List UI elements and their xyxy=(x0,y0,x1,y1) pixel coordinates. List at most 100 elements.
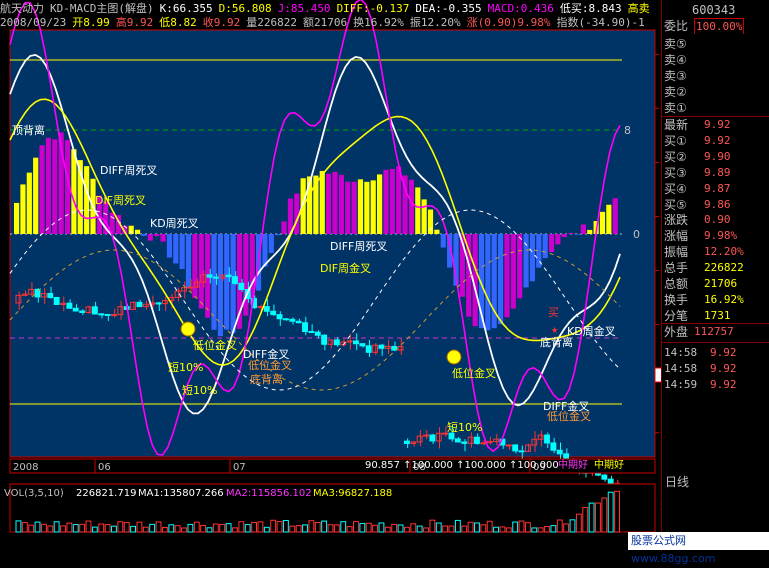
annotation-bottom-divergence-1: 底背离 xyxy=(540,335,573,349)
candle-body xyxy=(187,286,194,289)
macd-bar xyxy=(383,169,389,234)
bid-level-2-value: 9.90 xyxy=(704,150,731,163)
tick-row: 14:59 9.92 xyxy=(662,377,769,393)
tick-price: 9.92 xyxy=(710,378,737,391)
macd-bar xyxy=(606,204,612,234)
close: 收9.92 xyxy=(202,16,241,28)
info-bar: 2008/09/23 开8.99 高9.92 低8.82 收9.92 量226822 额21… xyxy=(0,14,660,28)
candle-body xyxy=(556,449,563,455)
tick-price: 9.92 xyxy=(710,346,737,359)
tick-list[interactable]: 14:58 9.92 14:58 9.92 14:59 9.92 xyxy=(662,342,769,473)
candle-body xyxy=(601,474,608,480)
annotation-low-golden-cross-1: 低位金叉 xyxy=(193,338,237,352)
ask-level-1-label: 卖① xyxy=(664,101,687,115)
title-bar: 航天动力 KD-MACD主图(解盘) K:66.355 D:56.808 J:85.45… xyxy=(0,0,660,14)
annotation-short-10-1: 短10% xyxy=(168,360,203,374)
outer-label: 外盘 xyxy=(664,325,689,339)
macd-bar xyxy=(166,234,173,258)
candle-body xyxy=(295,320,302,324)
level-8-label: 8 xyxy=(624,124,631,137)
annotation-short-10-2: 短10% xyxy=(182,383,217,397)
macd-bar xyxy=(542,234,548,259)
ask-level-3: 卖③ xyxy=(662,68,769,84)
macd-bar xyxy=(332,171,338,234)
macd-bar xyxy=(364,181,370,234)
stock-code-row: 600343 xyxy=(662,2,769,18)
tick-row: 14:58 9.92 xyxy=(662,361,769,377)
candle-body xyxy=(98,313,105,316)
candle-body xyxy=(429,434,436,442)
macd-bar xyxy=(599,211,606,234)
bid-level-4-value: 9.87 xyxy=(704,182,731,195)
tick-time: 14:58 xyxy=(664,346,698,359)
macd-bar xyxy=(529,234,536,282)
smiley-icon xyxy=(180,321,196,337)
macd-bar xyxy=(504,234,510,318)
stat-row-label: 总手 xyxy=(664,261,689,275)
tick-row: 14:58 9.92 xyxy=(662,345,769,361)
vol-label: VOL(3,5,10) xyxy=(4,488,64,499)
day-line-tab[interactable]: 日线 xyxy=(665,473,689,490)
annotation-short-10-3: 短10% xyxy=(447,420,482,434)
indicator-name[interactable]: KD-MACD主图(解盘) xyxy=(50,2,154,14)
vol-ma1: MA1:135807.266 xyxy=(138,488,224,499)
candle-body xyxy=(91,306,98,315)
macd-bar xyxy=(517,234,523,299)
candle-body xyxy=(53,296,60,305)
latest-value: 9.92 xyxy=(704,118,731,131)
candle-body xyxy=(403,440,410,445)
stat-row-label: 总额 xyxy=(664,277,689,291)
candle-body xyxy=(136,301,143,308)
mid-term-good-label-2: 中期好 xyxy=(594,458,624,471)
stat-row: 总额 21706 xyxy=(662,276,769,292)
annotation-low-golden-cross-3: 低位金叉 xyxy=(452,366,496,380)
macd-bar xyxy=(141,234,147,236)
macd-bar xyxy=(427,209,434,234)
latest-row: 最新 9.92 xyxy=(662,116,769,133)
macd-bar xyxy=(485,234,491,331)
stat-row-value: 0.90 xyxy=(704,213,731,226)
candle-body xyxy=(518,450,525,453)
candle-body xyxy=(461,441,468,444)
volume: 量226822 xyxy=(246,16,297,28)
macd-bar xyxy=(561,234,567,238)
stat-row: 分笔 1731 xyxy=(662,308,769,324)
stat-row-label: 涨跌 xyxy=(664,213,689,227)
candle-body xyxy=(448,432,455,440)
tick-price: 9.92 xyxy=(710,362,737,375)
macd-bar xyxy=(319,170,325,234)
macd-bar xyxy=(357,179,364,234)
macd-bar xyxy=(268,234,274,253)
stat-row: 换手 16.92% xyxy=(662,292,769,308)
macd-bar xyxy=(523,234,529,288)
macd-bar xyxy=(20,184,26,234)
dea-value: DEA:-0.355 xyxy=(415,2,482,14)
d-value: D:56.808 xyxy=(218,2,272,14)
macd-bar xyxy=(587,229,593,234)
kline-chart[interactable]: 22.0020.0018.0016.0014.0012.0010.008.000… xyxy=(0,0,769,551)
annotation-bottom-divergence-2: 底背离 xyxy=(250,372,283,386)
candle-body xyxy=(359,343,366,347)
annotation-dif-dead-cross: DIF周死叉 xyxy=(95,194,146,207)
annotation-low-golden-cross-2: 低位金叉 xyxy=(248,358,292,372)
macd-bar xyxy=(147,234,153,241)
ask-level-5: 卖⑤ xyxy=(662,36,769,52)
macd-bar xyxy=(198,234,204,309)
candle-body xyxy=(155,302,162,305)
candle-body xyxy=(353,340,359,345)
tick-time: 14:59 xyxy=(664,378,698,391)
macd-bar xyxy=(389,168,395,234)
stat-row-value: 21706 xyxy=(704,277,738,290)
candle-body xyxy=(505,444,512,447)
ask-level-2: 卖② xyxy=(662,84,769,100)
stat-row: 涨跌 0.90 xyxy=(662,212,769,228)
index: 指数(-34.90)-1 xyxy=(556,16,645,28)
macd-bar xyxy=(548,234,555,253)
annotation-diff-dead-cross-1: DIFF周死叉 xyxy=(100,164,157,177)
vol-ma2: MA2:115856.102 xyxy=(226,488,312,499)
macd-bar xyxy=(434,229,440,234)
candle-body xyxy=(72,307,79,312)
candle-body xyxy=(104,313,111,316)
macd-bar xyxy=(415,187,421,234)
latest-label: 最新 xyxy=(664,118,689,132)
